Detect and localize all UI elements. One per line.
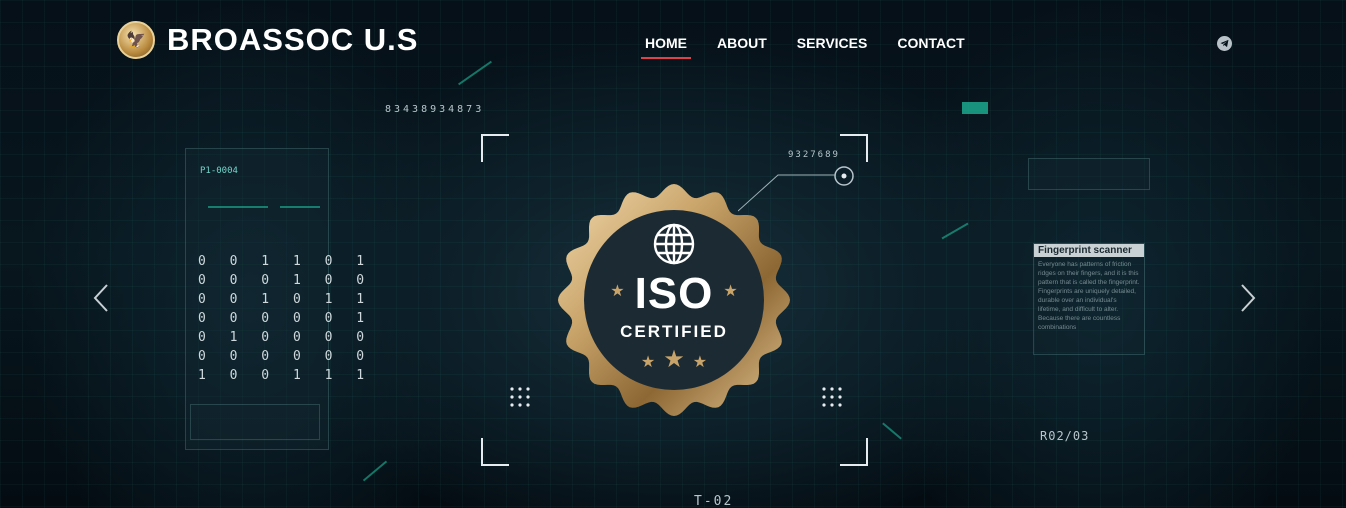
telegram-icon[interactable] <box>1217 36 1232 51</box>
hud-right-code: 9327689 <box>788 150 840 160</box>
frame-corner-bl <box>481 438 509 466</box>
badge-center: ★ ISO ★ CERTIFIED ★ ★ ★ <box>584 210 764 390</box>
globe-icon <box>653 223 695 265</box>
site-logo[interactable]: 🦅 BROASSOC U.S <box>117 21 418 59</box>
hud-counter: R02/03 <box>1040 429 1090 443</box>
star-icon: ★ <box>640 354 656 371</box>
brand-name: BROASSOC U.S <box>167 22 419 57</box>
nav-item-services[interactable]: SERVICES <box>797 35 868 51</box>
star-icon: ★ <box>610 283 625 300</box>
scanner-body: Everyone has patterns of friction ridges… <box>1038 261 1140 331</box>
frame-corner-br <box>840 438 868 466</box>
chevron-right-icon[interactable] <box>1240 283 1256 313</box>
binary-matrix: 0 0 1 1 0 1 0 0 0 1 0 0 0 0 1 0 1 1 0 0 … <box>198 254 373 383</box>
hero-slider: P1-0004 0 0 1 1 0 1 0 0 0 1 0 0 0 0 1 0 … <box>0 0 1346 508</box>
chevron-left-icon[interactable] <box>93 283 109 313</box>
nav-item-home[interactable]: HOME <box>641 35 691 59</box>
hud-dash <box>280 206 320 208</box>
hud-panel-left-small <box>190 404 320 440</box>
scanner-title: Fingerprint scanner <box>1034 244 1144 257</box>
dot-cluster-left <box>510 387 530 407</box>
badge-subtitle: CERTIFIED <box>620 322 728 341</box>
hud-top-code: 83438934873 <box>385 104 485 115</box>
hud-dash <box>362 460 388 482</box>
eagle-emblem-icon: 🦅 <box>117 21 155 59</box>
hud-bottom-code: T-02 <box>694 494 734 508</box>
main-nav: HOME ABOUT SERVICES CONTACT <box>641 35 965 59</box>
star-icon: ★ <box>723 283 738 300</box>
hud-panel-id: P1-0004 <box>200 166 238 176</box>
dot-cluster-right <box>822 387 842 407</box>
nav-item-about[interactable]: ABOUT <box>717 35 767 51</box>
frame-corner-tr <box>840 134 868 162</box>
star-icon: ★ <box>663 346 685 373</box>
scanner-panel: Fingerprint scanner Everyone has pattern… <box>1033 243 1145 355</box>
telegram-plane-icon <box>1220 39 1229 48</box>
hud-dash <box>458 60 492 86</box>
hud-dash <box>962 102 988 114</box>
frame-corner-tl <box>481 134 509 162</box>
hud-panel-right <box>1028 158 1150 190</box>
iso-certified-badge: ★ ISO ★ CERTIFIED ★ ★ ★ <box>556 182 792 418</box>
hud-dash <box>882 422 902 440</box>
badge-title: ISO <box>634 269 714 318</box>
hud-dash <box>208 206 268 208</box>
nav-item-contact[interactable]: CONTACT <box>897 35 964 51</box>
star-icon: ★ <box>692 354 708 371</box>
hud-dash <box>941 222 969 240</box>
